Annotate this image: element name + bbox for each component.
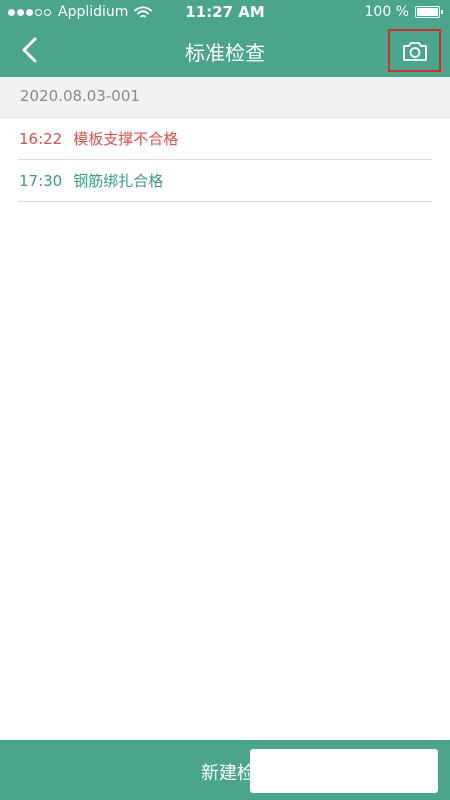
battery-icon (415, 6, 443, 18)
watermark (250, 749, 438, 793)
status-right: 100 % (364, 4, 443, 20)
page-title: 标准检查 (185, 41, 265, 65)
battery-percent: 100 % (364, 4, 409, 20)
check-item-formwork[interactable]: 16:22 模板支撑不合格 (18, 118, 432, 160)
camera-button[interactable] (388, 29, 441, 72)
nav-bar: 标准检查 (0, 24, 450, 77)
record-id: 2020.08.03-001 (0, 77, 450, 118)
check-time: 16:22 (19, 129, 63, 148)
status-bar: Applidium 11:27 AM 100 % (0, 0, 450, 24)
check-time: 17:30 (19, 171, 63, 190)
check-item-rebar[interactable]: 17:30 钢筋绑扎合格 (18, 160, 432, 202)
app-header: Applidium 11:27 AM 100 % 标准检查 (0, 0, 450, 77)
check-label: 钢筋绑扎合格 (73, 172, 164, 190)
check-list: 16:22 模板支撑不合格 17:30 钢筋绑扎合格 (18, 118, 432, 202)
check-label: 模板支撑不合格 (73, 130, 179, 148)
camera-icon (402, 41, 427, 61)
